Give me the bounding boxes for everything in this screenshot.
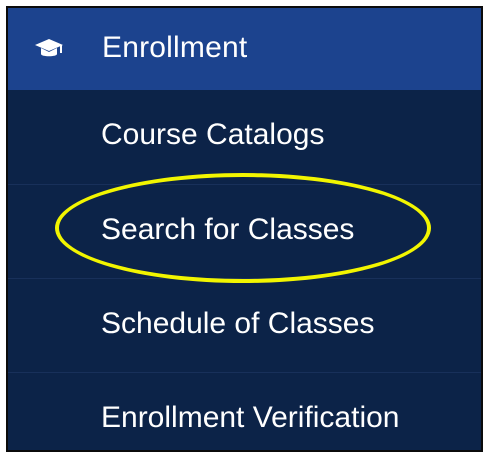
enrollment-section-header[interactable]: Enrollment [8,8,481,90]
enrollment-title: Enrollment [102,31,248,64]
menu-item-search-for-classes[interactable]: Search for Classes [8,184,481,278]
menu-item-label: Search for Classes [101,213,355,246]
menu-item-course-catalogs[interactable]: Course Catalogs [8,90,481,184]
menu-item-schedule-of-classes[interactable]: Schedule of Classes [8,278,481,372]
enrollment-submenu: Course Catalogs Search for Classes Sched… [8,90,481,450]
graduation-cap-icon [34,38,64,60]
menu-item-enrollment-verification[interactable]: Enrollment Verification [8,372,481,450]
menu-item-label: Schedule of Classes [101,307,375,340]
menu-item-label: Course Catalogs [101,118,325,151]
menu-item-label: Enrollment Verification [101,401,400,434]
enrollment-menu-panel: Enrollment Course Catalogs Search for Cl… [6,6,483,452]
